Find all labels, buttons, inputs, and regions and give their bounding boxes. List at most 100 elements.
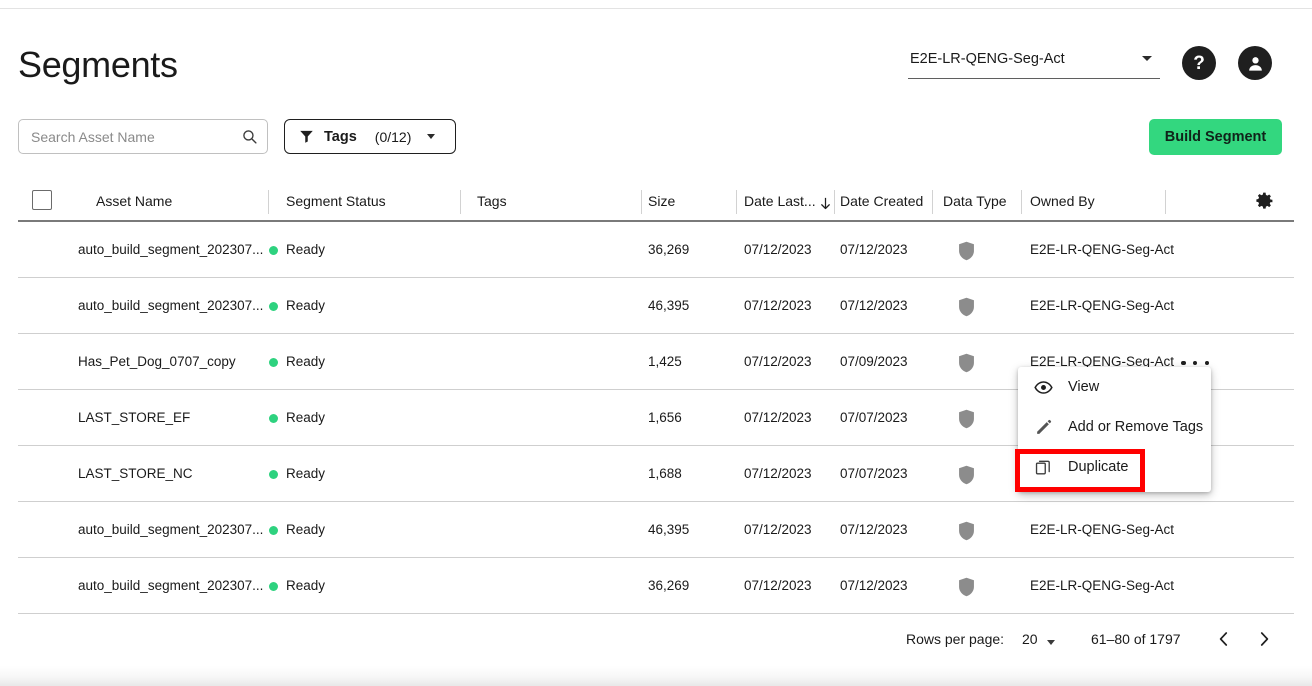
cell-segment-status: Ready — [286, 466, 326, 481]
column-header-size[interactable]: Size — [648, 193, 675, 209]
search-box[interactable] — [18, 119, 268, 154]
context-menu-item-label: Duplicate — [1068, 459, 1129, 475]
context-menu-item-add-or-remove-tags[interactable]: Add or Remove Tags — [1018, 407, 1211, 447]
table-header-row: Asset Name Segment Status Tags Size Date… — [18, 182, 1294, 222]
column-divider — [932, 190, 933, 214]
tags-filter-label: Tags — [324, 128, 357, 145]
context-menu-item-label: Add or Remove Tags — [1068, 419, 1204, 435]
column-divider — [736, 190, 737, 214]
cell-date-last: 07/12/2023 — [744, 242, 812, 257]
column-header-date-created[interactable]: Date Created — [840, 193, 923, 209]
shield-icon — [959, 353, 974, 373]
cell-owned-by: E2E-LR-QENG-Seg-Act — [1030, 578, 1175, 593]
chevron-left-icon — [1219, 632, 1228, 646]
column-divider — [460, 190, 461, 214]
column-header-data-type[interactable]: Data Type — [943, 193, 1007, 209]
column-divider — [834, 190, 835, 214]
context-menu-item-label: View — [1068, 379, 1100, 395]
context-menu-item-view[interactable]: View — [1018, 367, 1211, 407]
question-mark-icon: ? — [1193, 52, 1205, 74]
user-avatar-icon — [1248, 56, 1262, 71]
status-dot-icon — [269, 358, 278, 367]
cell-owned-by: E2E-LR-QENG-Seg-Act — [1030, 298, 1175, 313]
account-select[interactable]: E2E-LR-QENG-Seg-Act — [908, 47, 1160, 79]
context-menu-item-duplicate[interactable]: Duplicate — [1018, 447, 1211, 487]
help-button[interactable]: ? — [1182, 46, 1216, 80]
status-dot-icon — [269, 582, 278, 591]
cell-asset-name: auto_build_segment_202307... — [78, 578, 264, 593]
cell-size: 36,269 — [648, 242, 690, 257]
cell-date-created: 07/12/2023 — [840, 242, 908, 257]
duplicate-icon — [1034, 458, 1053, 477]
build-segment-button[interactable]: Build Segment — [1149, 119, 1282, 155]
select-all-checkbox[interactable] — [32, 190, 52, 210]
column-header-owned-by[interactable]: Owned By — [1030, 193, 1095, 209]
next-page-button[interactable] — [1250, 625, 1278, 653]
chevron-down-icon — [427, 134, 436, 139]
shield-icon — [959, 521, 974, 541]
column-header-date-last[interactable]: Date Last... — [744, 193, 816, 209]
shield-icon — [959, 577, 974, 597]
cell-date-created: 07/12/2023 — [840, 298, 908, 313]
cell-segment-status: Ready — [286, 354, 326, 369]
rows-per-page-select[interactable]: 20 — [1022, 631, 1038, 647]
cell-owned-by: E2E-LR-QENG-Seg-Act — [1030, 522, 1175, 537]
filter-funnel-icon — [300, 130, 313, 143]
table-row[interactable]: auto_build_segment_202307... Ready 46,395 0… — [18, 502, 1294, 558]
column-divider — [1021, 190, 1022, 214]
table-row[interactable]: auto_build_segment_202307... Ready 36,269 0… — [18, 558, 1294, 614]
arrow-down-icon[interactable] — [818, 195, 833, 212]
shield-icon — [959, 409, 974, 429]
status-dot-icon — [269, 526, 278, 535]
row-context-menu[interactable]: View Add or Remove Tags Duplicate — [1018, 367, 1211, 492]
column-divider — [268, 190, 269, 214]
status-dot-icon — [269, 414, 278, 423]
table-row[interactable]: auto_build_segment_202307... Ready 36,269 0… — [18, 222, 1294, 278]
search-input[interactable] — [29, 120, 234, 153]
pagination-bar: Rows per page: 20 61–80 of 1797 — [0, 620, 1312, 666]
chevron-down-icon[interactable] — [1047, 640, 1055, 645]
page-title: Segments — [18, 44, 178, 85]
status-dot-icon — [269, 470, 278, 479]
cell-date-last: 07/12/2023 — [744, 578, 812, 593]
cell-date-created: 07/07/2023 — [840, 410, 908, 425]
rows-per-page-label: Rows per page: — [906, 631, 1005, 647]
shield-icon — [959, 465, 974, 485]
cell-asset-name: auto_build_segment_202307... — [78, 522, 264, 537]
column-header-segment-status[interactable]: Segment Status — [286, 193, 386, 209]
cell-size: 36,269 — [648, 578, 690, 593]
cell-date-created: 07/12/2023 — [840, 578, 908, 593]
bottom-shadow — [0, 666, 1312, 686]
status-dot-icon — [269, 302, 278, 311]
shield-icon — [959, 241, 974, 261]
column-header-tags[interactable]: Tags — [477, 193, 507, 209]
column-header-asset-name[interactable]: Asset Name — [96, 193, 172, 209]
cell-size: 46,395 — [648, 298, 690, 313]
cell-date-created: 07/09/2023 — [840, 354, 908, 369]
cell-size: 1,425 — [648, 354, 682, 369]
search-icon[interactable] — [241, 128, 258, 145]
table-row[interactable]: auto_build_segment_202307... Ready 46,395 0… — [18, 278, 1294, 334]
cell-asset-name: auto_build_segment_202307... — [78, 242, 264, 257]
cell-date-created: 07/07/2023 — [840, 466, 908, 481]
cell-owned-by: E2E-LR-QENG-Seg-Act — [1030, 242, 1175, 257]
column-divider — [641, 190, 642, 214]
pagination-range: 61–80 of 1797 — [1091, 631, 1181, 647]
shield-icon — [959, 297, 974, 317]
cell-date-last: 07/12/2023 — [744, 354, 812, 369]
account-select-value: E2E-LR-QENG-Seg-Act — [910, 51, 1065, 67]
cell-segment-status: Ready — [286, 242, 326, 257]
gear-icon[interactable] — [1253, 190, 1275, 212]
cell-asset-name: LAST_STORE_EF — [78, 410, 191, 425]
column-divider — [1165, 190, 1166, 214]
status-dot-icon — [269, 246, 278, 255]
previous-page-button[interactable] — [1210, 625, 1238, 653]
pencil-icon — [1034, 418, 1053, 437]
cell-segment-status: Ready — [286, 522, 326, 537]
eye-icon — [1034, 378, 1053, 397]
tags-filter-button[interactable]: Tags (0/12) — [284, 119, 456, 154]
user-account-button[interactable] — [1238, 46, 1272, 80]
cell-size: 1,688 — [648, 466, 682, 481]
chevron-down-icon — [1142, 56, 1152, 61]
cell-date-last: 07/12/2023 — [744, 298, 812, 313]
